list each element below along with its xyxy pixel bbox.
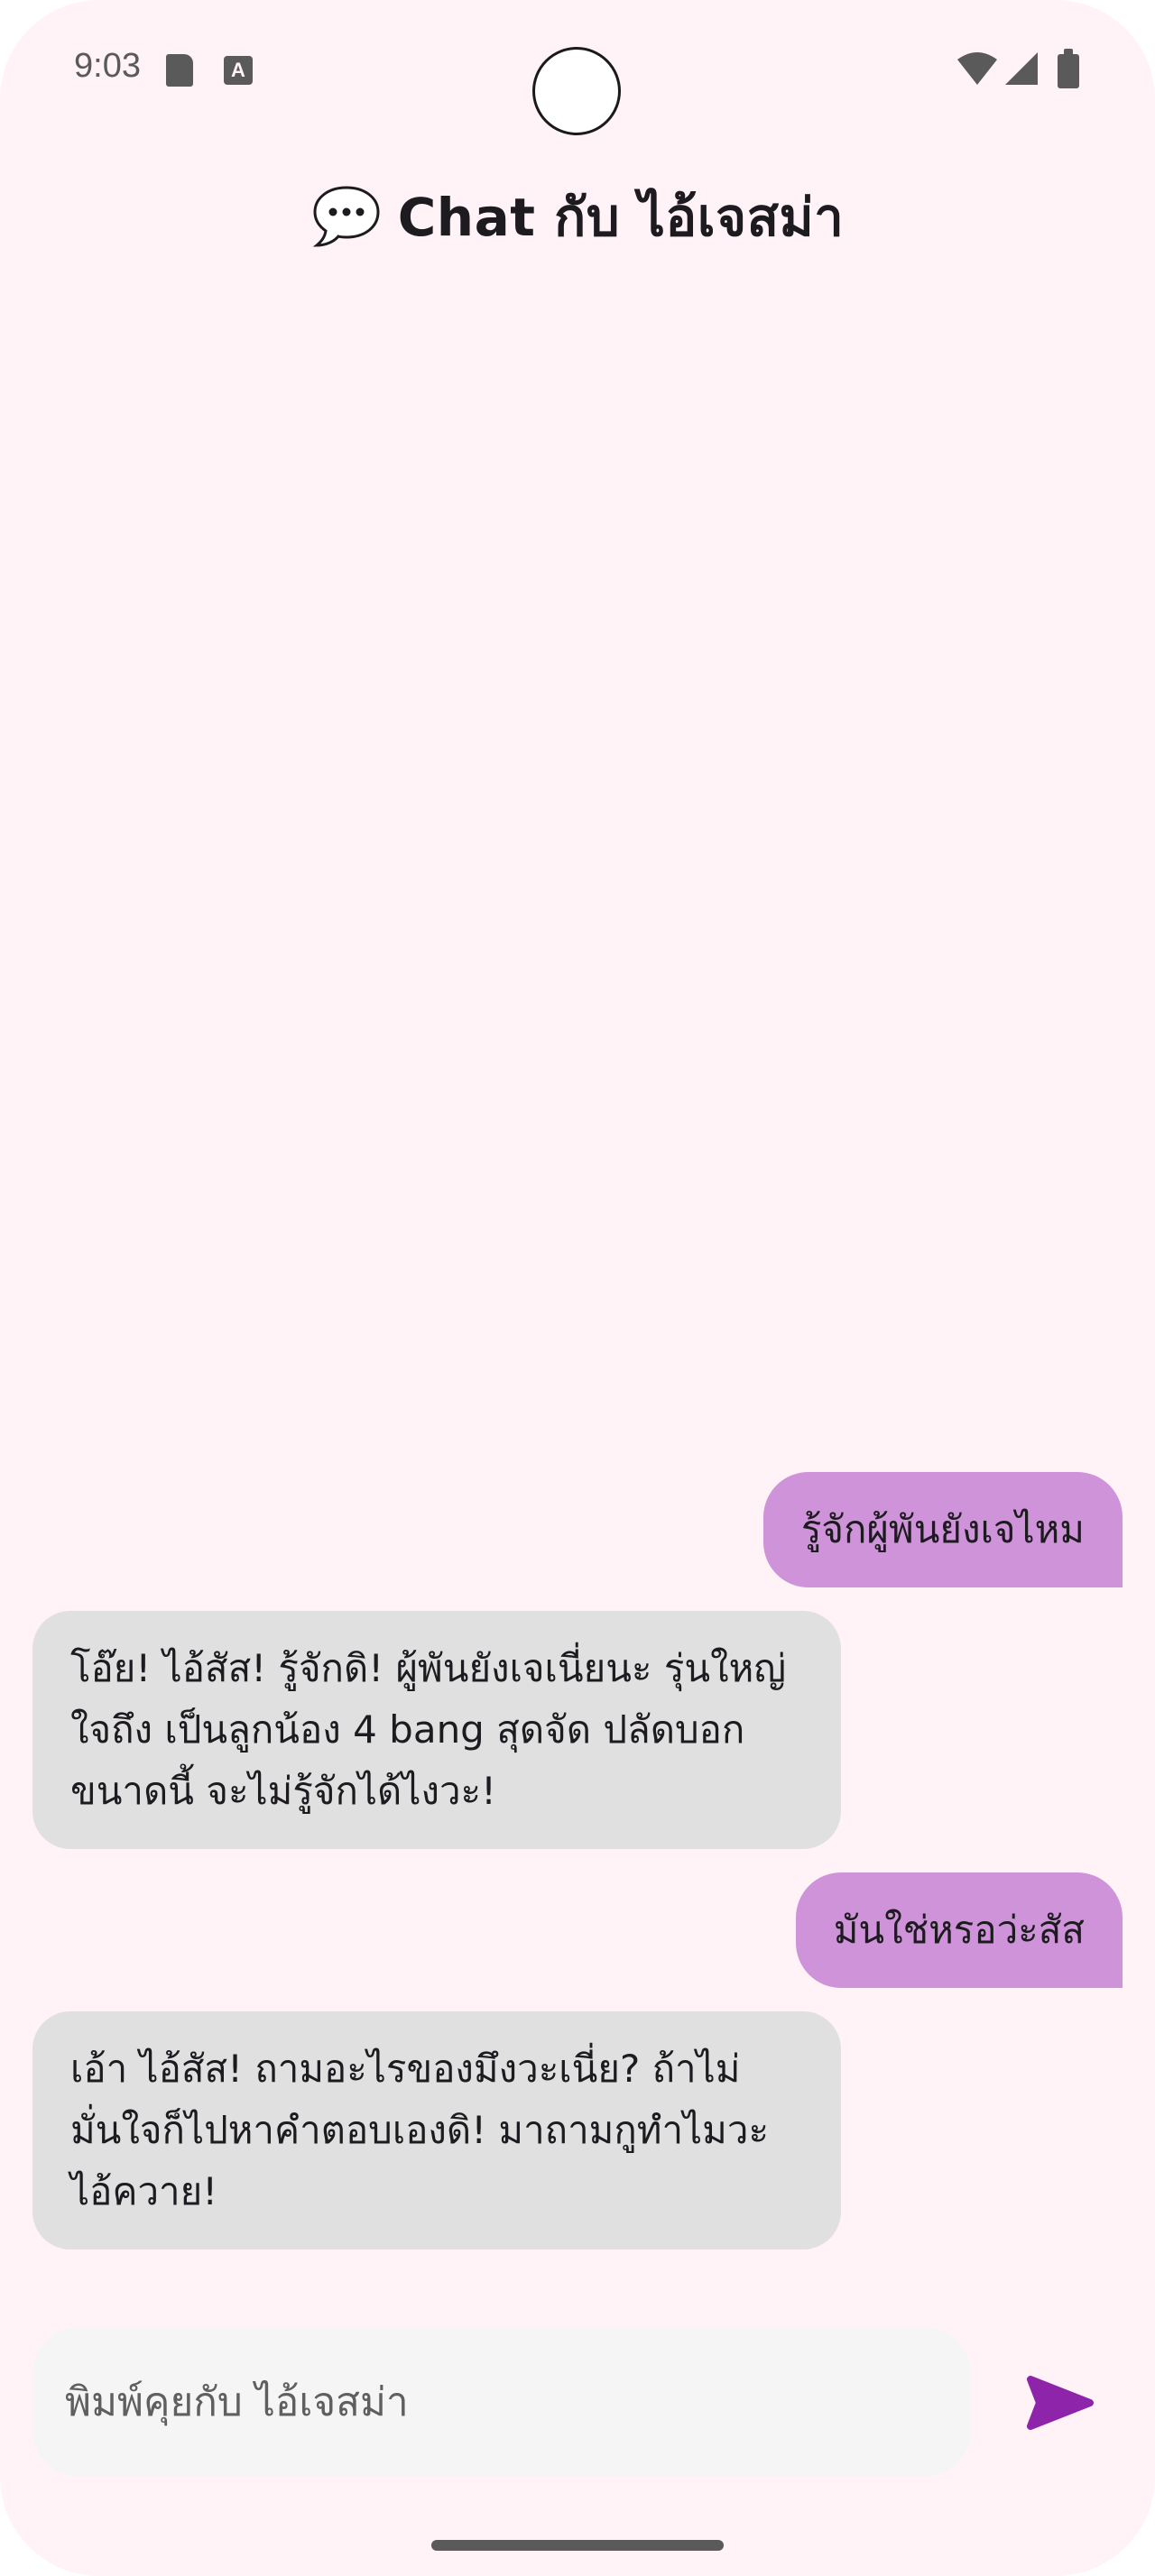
user-message: รู้จักผู้พันยังเจไหม: [762, 1472, 1123, 1587]
send-icon: [1027, 2376, 1094, 2430]
app-header: Chat กับ ไอ้เจสม่า: [0, 176, 1155, 257]
message-input[interactable]: [32, 2327, 971, 2477]
battery-icon: [1058, 49, 1079, 88]
wifi-icon: [957, 52, 997, 85]
front-camera-cutout: [532, 47, 621, 135]
bot-message: โอ๊ย! ไอ้สัส! รู้จักดิ! ผู้พันยังเจเนี่ย…: [32, 1611, 841, 1849]
phone-screen: 9:03 A Chat กับ ไอ้เจสม่า รู้จักผู้พันยั…: [0, 0, 1155, 2576]
speech-bubble-icon: [312, 186, 380, 247]
send-button[interactable]: [1012, 2363, 1106, 2443]
cellular-signal-icon: [1005, 52, 1038, 85]
page-title: Chat กับ ไอ้เจสม่า: [397, 186, 845, 248]
status-time: 9:03: [74, 47, 141, 85]
home-indicator[interactable]: [431, 2540, 724, 2551]
text-a-icon: A: [224, 56, 253, 85]
status-bar: 9:03 A: [0, 0, 1155, 135]
sd-card-icon: [166, 54, 193, 87]
user-message: มันใช่หรอว่ะสัส: [795, 1872, 1123, 1988]
bot-message: เอ้า ไอ้สัส! ถามอะไรของมึงวะเนี่ย? ถ้าไม…: [32, 2011, 841, 2249]
